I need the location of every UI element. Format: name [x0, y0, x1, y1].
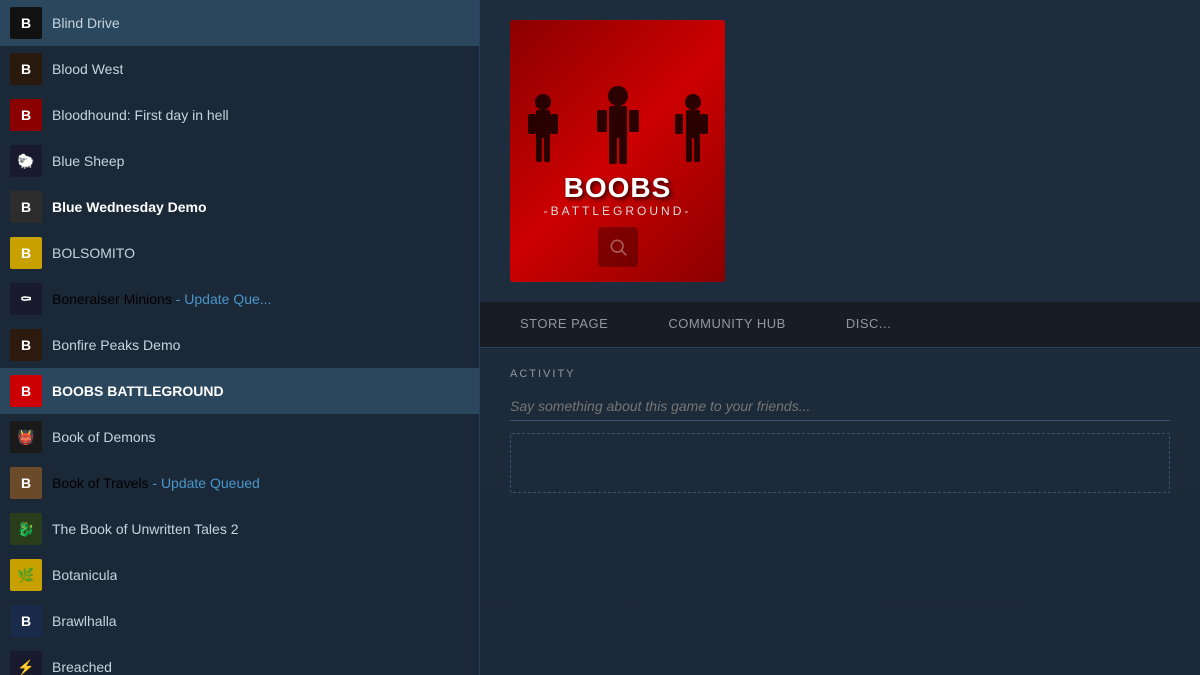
sidebar-item-botanicula[interactable]: 🌿 Botanicula	[0, 552, 479, 598]
game-name-label: Breached	[52, 659, 112, 675]
game-icon-blind-drive: B	[10, 7, 42, 39]
game-library-sidebar: B Blind Drive B Blood West B Bloodhound: Firs…	[0, 0, 480, 675]
game-name-label: BOOBS BATTLEGROUND	[52, 383, 224, 399]
tabs-bar: Store PageCommunity HubDisc...	[480, 302, 1200, 348]
game-icon-boneraiser: ⚰	[10, 283, 42, 315]
tab-community-hub[interactable]: Community Hub	[638, 302, 815, 347]
game-icon-book-unwritten: 🐉	[10, 513, 42, 545]
game-name-label: Book of Demons	[52, 429, 156, 445]
sidebar-item-blood-west[interactable]: B Blood West	[0, 46, 479, 92]
game-name-label: Blind Drive	[52, 15, 120, 31]
game-icon-bolsomito: B	[10, 237, 42, 269]
game-header: BOOBS -BATTLEGROUND-	[480, 0, 1200, 302]
game-icon-boobs: B	[10, 375, 42, 407]
game-icon-brawlhalla: B	[10, 605, 42, 637]
cover-game-subtitle: -BATTLEGROUND-	[544, 204, 692, 218]
main-content: BOOBS -BATTLEGROUND- Store PageCommunity…	[480, 0, 1200, 675]
sidebar-item-bloodhound[interactable]: B Bloodhound: First day in hell	[0, 92, 479, 138]
game-icon-bonfire: B	[10, 329, 42, 361]
activity-section: ACTIVITY	[480, 348, 1200, 513]
game-icon-blood-west: B	[10, 53, 42, 85]
cover-game-title: BOOBS	[544, 174, 692, 202]
game-name-label: BOLSOMITO	[52, 245, 135, 261]
sidebar-item-boneraiser[interactable]: ⚰ Boneraiser Minions - Update Que...	[0, 276, 479, 322]
game-name-label: Blood West	[52, 61, 123, 77]
cover-art-silhouettes	[513, 84, 723, 184]
sidebar-item-bolsomito[interactable]: B BOLSOMITO	[0, 230, 479, 276]
game-name-label: The Book of Unwritten Tales 2	[52, 521, 239, 537]
sidebar-item-blue-sheep[interactable]: 🐑 Blue Sheep	[0, 138, 479, 184]
game-name-label: Blue Wednesday Demo	[52, 199, 207, 215]
sidebar-item-brawlhalla[interactable]: B Brawlhalla	[0, 598, 479, 644]
game-list: B Blind Drive B Blood West B Bloodhound: Firs…	[0, 0, 479, 675]
game-name-label: Bloodhound: First day in hell	[52, 107, 229, 123]
sidebar-item-book-travels[interactable]: B Book of Travels - Update Queued	[0, 460, 479, 506]
game-name-label: Book of Travels - Update Queued	[52, 475, 260, 491]
sidebar-item-book-demons[interactable]: 👹 Book of Demons	[0, 414, 479, 460]
tab-store-page[interactable]: Store Page	[490, 302, 638, 347]
sidebar-item-blind-drive[interactable]: B Blind Drive	[0, 0, 479, 46]
game-cover: BOOBS -BATTLEGROUND-	[510, 20, 725, 282]
game-name-label: Bonfire Peaks Demo	[52, 337, 180, 353]
activity-drop-zone	[510, 433, 1170, 493]
tab-discussions[interactable]: Disc...	[816, 302, 921, 347]
game-name-label: Boneraiser Minions - Update Que...	[52, 291, 271, 307]
sidebar-item-blue-wednesday[interactable]: B Blue Wednesday Demo	[0, 184, 479, 230]
activity-input[interactable]	[510, 392, 1170, 421]
game-icon-blue-sheep: 🐑	[10, 145, 42, 177]
sidebar-item-breached[interactable]: ⚡ Breached	[0, 644, 479, 675]
game-icon-book-travels: B	[10, 467, 42, 499]
game-icon-book-demons: 👹	[10, 421, 42, 453]
sidebar-item-book-unwritten[interactable]: 🐉 The Book of Unwritten Tales 2	[0, 506, 479, 552]
activity-label: ACTIVITY	[510, 368, 1170, 380]
game-name-label: Brawlhalla	[52, 613, 117, 629]
game-icon-bloodhound: B	[10, 99, 42, 131]
game-name-label: Blue Sheep	[52, 153, 124, 169]
sidebar-item-boobs[interactable]: B BOOBS BATTLEGROUND	[0, 368, 479, 414]
game-icon-breached: ⚡	[10, 651, 42, 675]
game-icon-botanicula: 🌿	[10, 559, 42, 591]
game-icon-blue-wednesday: B	[10, 191, 42, 223]
game-name-label: Botanicula	[52, 567, 117, 583]
cover-search-icon	[598, 227, 638, 267]
sidebar-item-bonfire[interactable]: B Bonfire Peaks Demo	[0, 322, 479, 368]
